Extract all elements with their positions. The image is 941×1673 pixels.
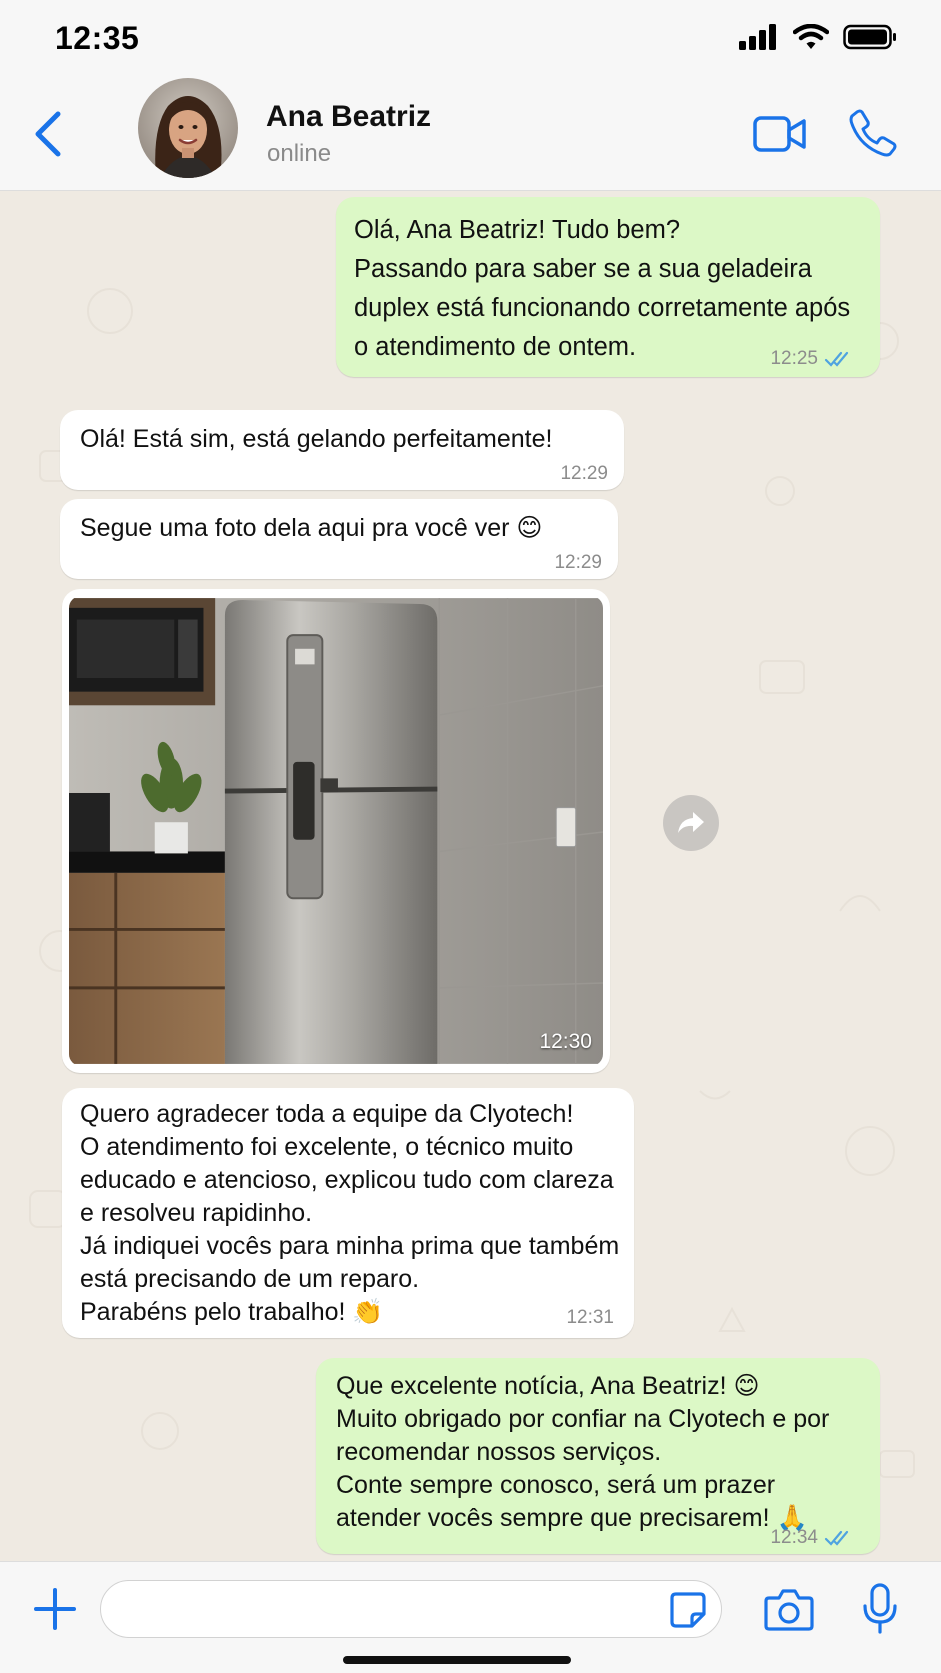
message-input[interactable]: [100, 1580, 722, 1638]
microphone-icon: [863, 1583, 897, 1634]
back-button[interactable]: [28, 108, 68, 160]
message-meta: 12:25: [770, 349, 854, 369]
avatar-image: [138, 78, 238, 178]
camera-icon: [764, 1589, 814, 1631]
message-meta: 12:29: [554, 553, 602, 573]
message-text: Quero agradecer toda a equipe da Clyotec…: [80, 1100, 620, 1326]
wifi-icon: [793, 24, 829, 49]
status-icons: [739, 24, 897, 50]
chat-header: Ana Beatriz online: [0, 78, 941, 191]
forward-button[interactable]: [663, 795, 719, 851]
message-time: 12:30: [539, 1030, 592, 1053]
contact-status: online: [267, 140, 332, 167]
sticker-icon: [670, 1592, 706, 1628]
message-bubble-outgoing[interactable]: Olá, Ana Beatriz! Tudo bem? Passando par…: [336, 197, 880, 377]
message-time: 12:25: [770, 348, 818, 369]
chat-area[interactable]: Olá, Ana Beatriz! Tudo bem? Passando par…: [0, 191, 941, 1561]
voice-call-button[interactable]: [848, 108, 898, 158]
video-call-button[interactable]: [752, 112, 808, 156]
status-time: 12:35: [55, 20, 140, 56]
message-text: Segue uma foto dela aqui pra você ver 😊: [80, 514, 543, 542]
contact-name[interactable]: Ana Beatriz: [266, 100, 431, 134]
message-bubble-incoming[interactable]: Segue uma foto dela aqui pra você ver 😊 …: [60, 499, 618, 579]
message-bubble-incoming[interactable]: Olá! Está sim, está gelando perfeitament…: [60, 410, 624, 490]
camera-button[interactable]: [764, 1586, 814, 1632]
message-meta: 12:34: [770, 1528, 854, 1548]
message-text: Que excelente notícia, Ana Beatriz! 😊 Mu…: [336, 1372, 830, 1532]
message-meta: 12:31: [566, 1308, 614, 1328]
double-check-icon: [824, 351, 849, 367]
video-camera-icon: [753, 116, 806, 152]
microphone-button[interactable]: [860, 1582, 900, 1636]
fridge-photo[interactable]: [69, 596, 603, 1066]
avatar[interactable]: [138, 78, 238, 178]
plus-icon: [34, 1588, 76, 1630]
message-text: Olá! Está sim, está gelando perfeitament…: [80, 425, 553, 453]
attach-button[interactable]: [32, 1586, 78, 1632]
photo-message[interactable]: 12:30: [62, 589, 610, 1073]
home-indicator: [343, 1656, 571, 1664]
cellular-signal-icon: [739, 24, 776, 50]
message-bubble-outgoing[interactable]: Que excelente notícia, Ana Beatriz! 😊 Mu…: [316, 1358, 880, 1554]
forward-arrow-icon: [678, 812, 704, 833]
sticker-button[interactable]: [668, 1590, 708, 1630]
message-meta: 12:29: [560, 464, 608, 484]
battery-icon: [843, 24, 896, 50]
double-check-icon: [824, 1530, 849, 1546]
chevron-left-icon: [35, 111, 61, 157]
message-time: 12:34: [770, 1527, 818, 1548]
message-time: 12:29: [560, 463, 608, 484]
status-bar: 12:35: [0, 0, 941, 78]
message-time: 12:31: [566, 1307, 614, 1328]
phone-icon: [849, 109, 897, 157]
message-bubble-incoming[interactable]: Quero agradecer toda a equipe da Clyotec…: [62, 1088, 634, 1338]
composer-bar: [0, 1561, 941, 1673]
message-text: Olá, Ana Beatriz! Tudo bem? Passando par…: [354, 216, 851, 361]
message-time: 12:29: [554, 552, 602, 573]
